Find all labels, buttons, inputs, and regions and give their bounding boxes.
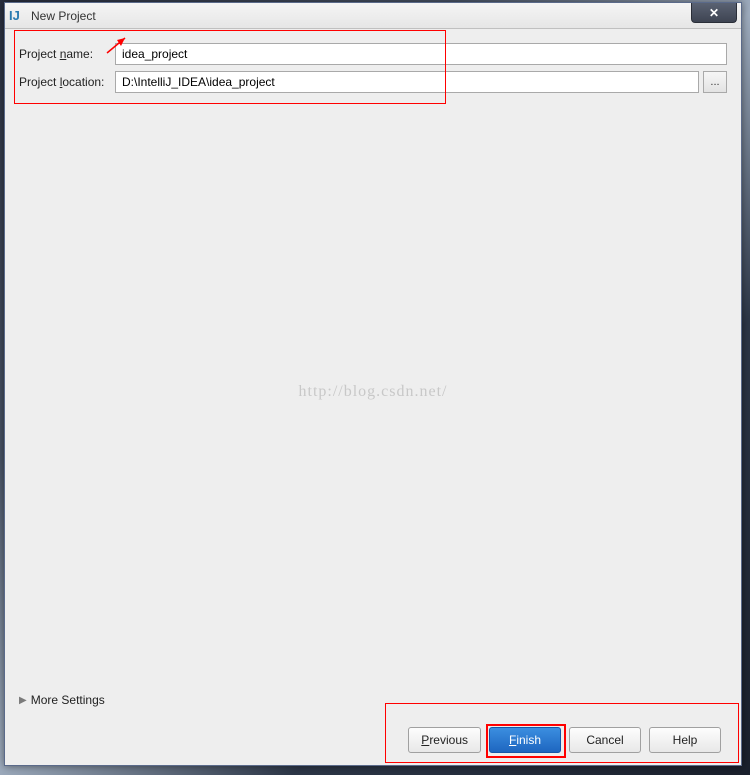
project-location-input[interactable] [115,71,699,93]
more-settings-toggle[interactable]: ▶ More Settings [19,687,727,717]
watermark-text: http://blog.csdn.net/ [299,383,448,401]
expand-arrow-icon: ▶ [19,695,27,706]
more-settings-label: More Settings [31,693,105,707]
window-title: New Project [31,9,96,23]
close-icon: ✕ [709,6,719,20]
previous-button[interactable]: Previous [408,727,481,753]
cancel-button[interactable]: Cancel [569,727,641,753]
app-icon: IJ [9,8,25,24]
project-name-row: Project name: [19,43,727,65]
content-spacer: http://blog.csdn.net/ [19,99,727,687]
new-project-dialog: IJ New Project ✕ Project name: Project l… [4,2,742,766]
help-button[interactable]: Help [649,727,721,753]
titlebar-controls: ✕ [691,3,741,23]
project-location-label: Project location: [19,75,115,89]
project-name-input[interactable] [115,43,727,65]
browse-location-button[interactable]: ... [703,71,727,93]
project-name-label: Project name: [19,47,115,61]
finish-button[interactable]: Finish [489,727,561,753]
titlebar[interactable]: IJ New Project ✕ [5,3,741,29]
close-button[interactable]: ✕ [691,3,737,23]
dialog-button-bar: Previous Finish Cancel Help [19,717,727,765]
dialog-content: Project name: Project location: ... http… [5,29,741,765]
project-location-row: Project location: ... [19,71,727,93]
